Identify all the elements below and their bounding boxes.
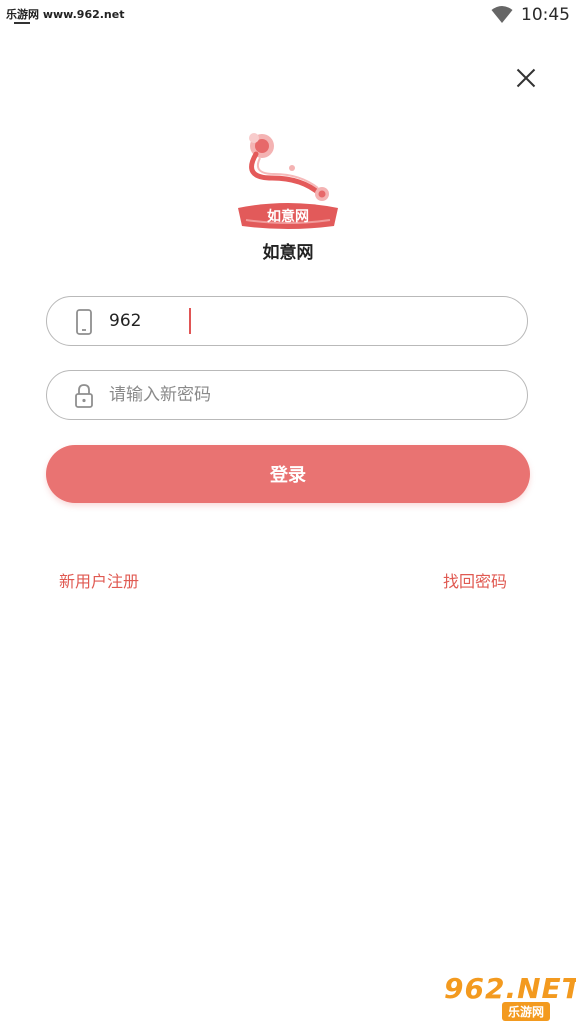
- site-watermark: 962.NET 乐游网: [436, 972, 576, 1021]
- status-bar-line: [14, 22, 30, 24]
- register-link[interactable]: 新用户注册: [59, 568, 139, 592]
- phone-icon: [76, 309, 92, 335]
- status-bar: 乐游网 www.962.net 10:45: [0, 0, 576, 32]
- text-cursor: [189, 308, 191, 334]
- status-watermark: 乐游网 www.962.net: [6, 8, 125, 21]
- phone-input[interactable]: [109, 297, 509, 345]
- close-icon[interactable]: [514, 66, 538, 90]
- forgot-password-link[interactable]: 找回密码: [443, 568, 507, 592]
- watermark-sub: 乐游网: [502, 1002, 551, 1021]
- wifi-icon: [491, 6, 513, 23]
- phone-field[interactable]: [46, 296, 528, 346]
- lock-icon: [75, 384, 93, 408]
- status-time: 10:45: [521, 5, 570, 25]
- logo-text: 如意网: [267, 208, 309, 225]
- app-name: 如意网: [262, 243, 314, 263]
- watermark-brand: 962.NET: [444, 972, 576, 1005]
- password-field[interactable]: [46, 370, 528, 420]
- login-button[interactable]: 登录: [46, 445, 530, 503]
- app-logo: 如意网: [238, 133, 338, 229]
- password-input[interactable]: [109, 371, 509, 419]
